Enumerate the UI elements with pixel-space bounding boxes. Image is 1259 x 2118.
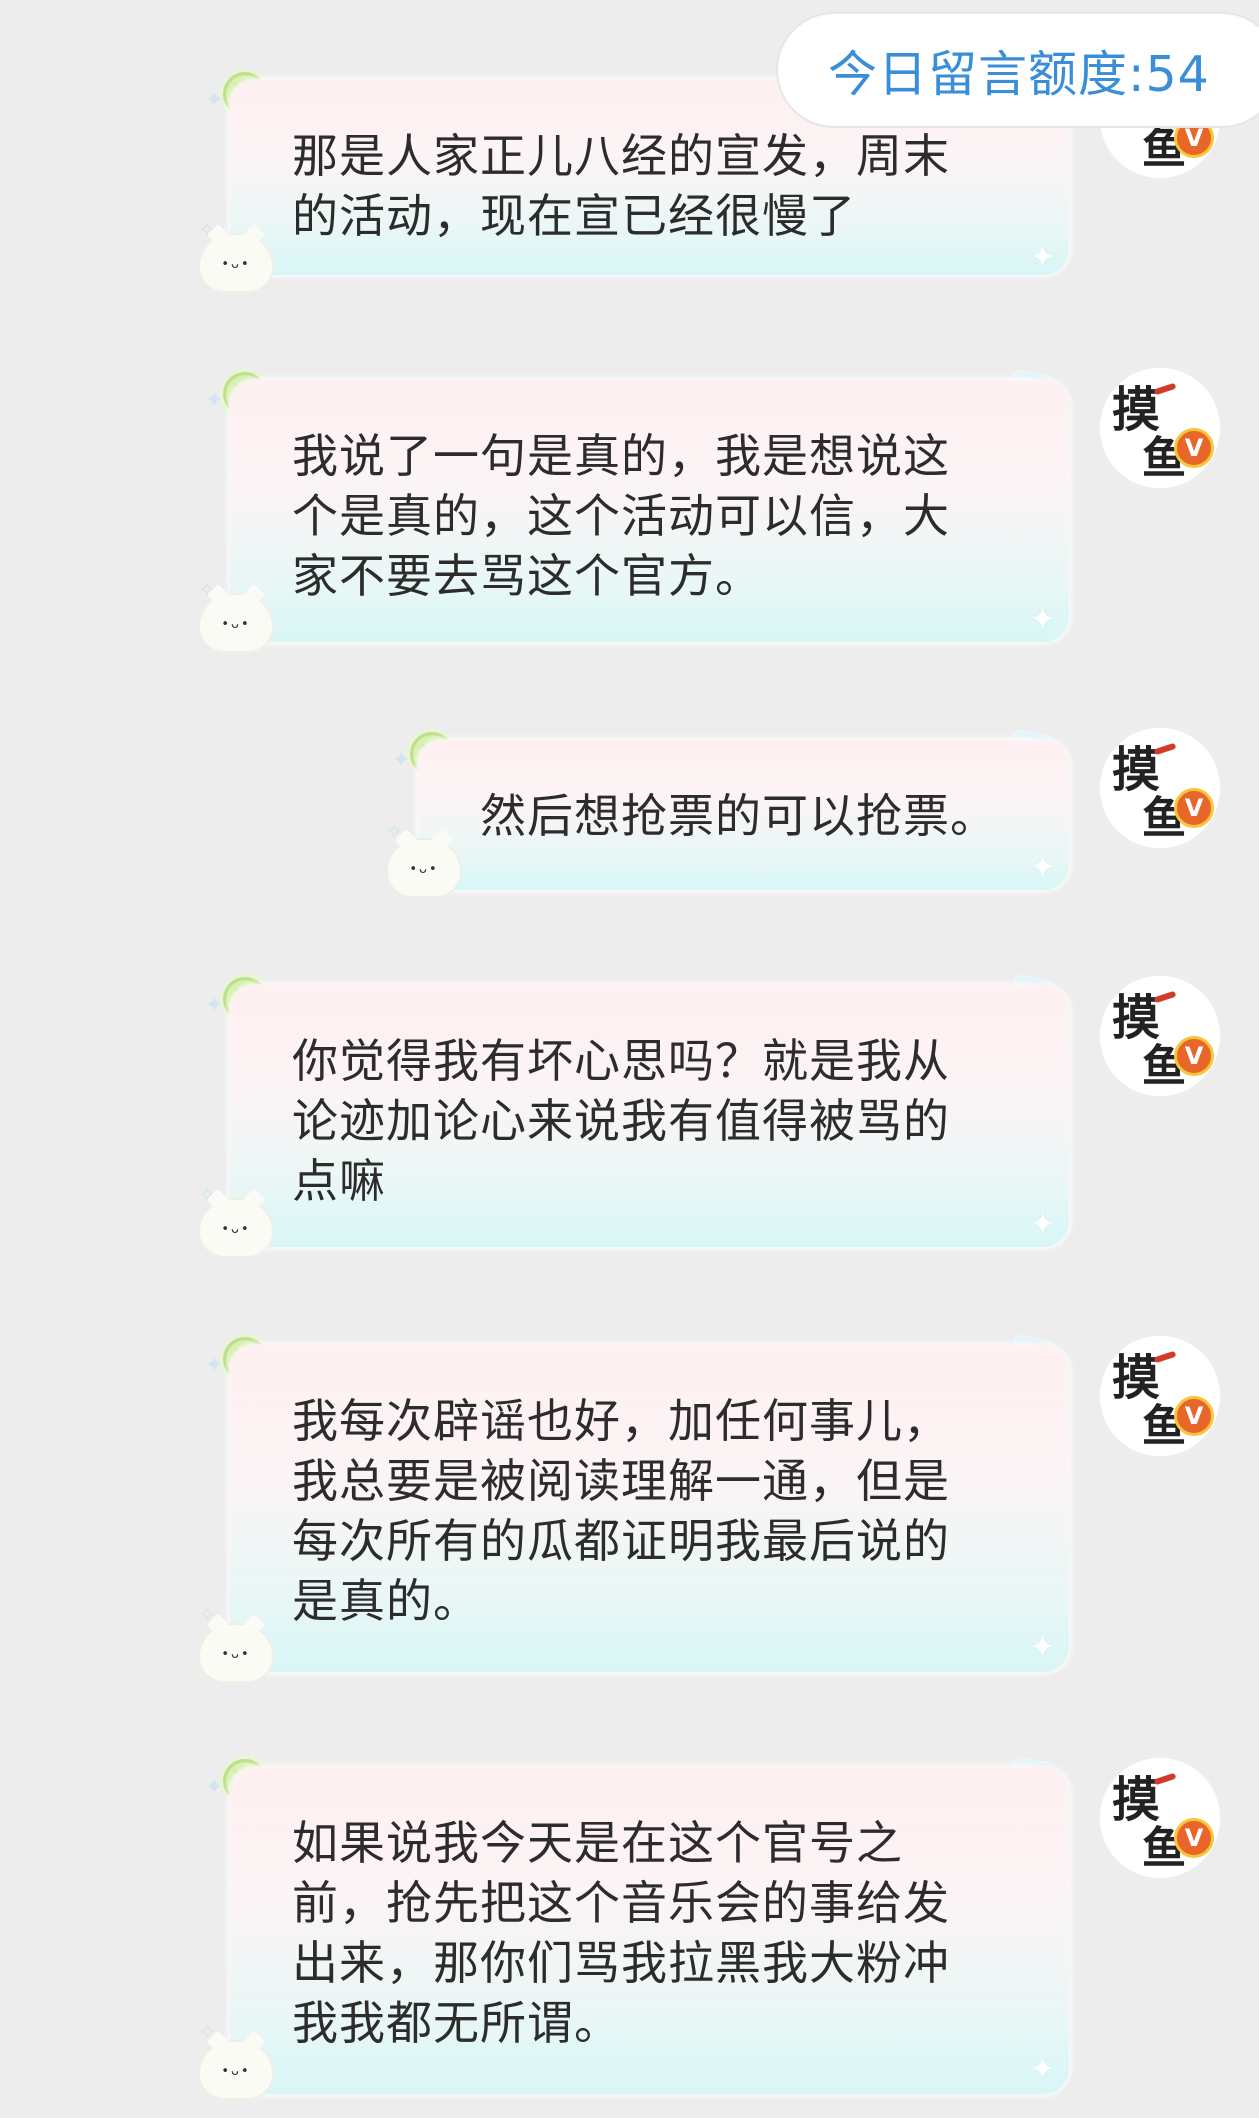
star-sparkle-icon: ✦ xyxy=(1030,602,1056,637)
verified-badge-icon: V xyxy=(1174,428,1214,468)
daily-quota-label: 今日留言额度:54 xyxy=(828,45,1210,103)
message-bubble[interactable]: 然后想抢票的可以抢票。 xyxy=(418,740,1069,890)
sparkle-icon: ✦ xyxy=(205,1775,224,1800)
cat-sticker-icon: •ᴗ• xyxy=(200,235,272,291)
star-sparkle-icon: ✦ xyxy=(1030,2052,1056,2087)
verified-badge-icon: V xyxy=(1174,788,1214,828)
message-text: 那是人家正儿八经的宣发，周末 的活动，现在宣已经很慢了 xyxy=(292,129,950,243)
sparkle-icon: ✦ xyxy=(392,748,411,773)
message-bubble[interactable]: 我说了一句是真的，我是想说这 个是真的，这个活动可以信，大 家不要去骂这个官方。 xyxy=(230,380,1069,642)
star-sparkle-icon: ✦ xyxy=(1030,240,1056,275)
message-text: 我说了一句是真的，我是想说这 个是真的，这个活动可以信，大 家不要去骂这个官方。 xyxy=(292,429,950,603)
sender-avatar[interactable]: 摸 鱼 V xyxy=(1100,368,1220,488)
sparkle-icon: ✦ xyxy=(205,388,224,413)
sender-avatar[interactable]: 摸 鱼 V xyxy=(1100,728,1220,848)
daily-quota-badge: 今日留言额度:54 xyxy=(778,14,1259,126)
cat-sticker-icon: •ᴗ• xyxy=(200,595,272,651)
cat-sticker-icon: •ᴗ• xyxy=(200,1625,272,1681)
verified-badge-icon: V xyxy=(1174,1818,1214,1858)
cat-sticker-icon: •ᴗ• xyxy=(200,1200,272,1256)
sender-avatar[interactable]: 摸 鱼 V xyxy=(1100,1758,1220,1878)
message-3: ✦ 你觉得我有坏心思吗？就是我从 论迹加论心来说我有值得被骂的 点嘛 ✧ •ᴗ•… xyxy=(0,975,1259,1265)
sender-avatar[interactable]: 摸 鱼 V xyxy=(1100,1336,1220,1456)
message-text: 你觉得我有坏心思吗？就是我从 论迹加论心来说我有值得被骂的 点嘛 xyxy=(292,1034,950,1208)
star-sparkle-icon: ✦ xyxy=(1030,850,1056,885)
message-text: 如果说我今天是在这个官号之 前，抢先把这个音乐会的事给发 出来，那你们骂我拉黑我… xyxy=(292,1816,950,2050)
message-bubble[interactable]: 你觉得我有坏心思吗？就是我从 论迹加论心来说我有值得被骂的 点嘛 xyxy=(230,985,1069,1247)
message-1: ✦ 我说了一句是真的，我是想说这 个是真的，这个活动可以信，大 家不要去骂这个官… xyxy=(0,370,1259,660)
cat-sticker-icon: •ᴗ• xyxy=(388,840,460,896)
verified-badge-icon: V xyxy=(1174,1396,1214,1436)
message-bubble[interactable]: 如果说我今天是在这个官号之 前，抢先把这个音乐会的事给发 出来，那你们骂我拉黑我… xyxy=(230,1767,1069,2094)
message-text: 我每次辟谣也好，加任何事儿， 我总要是被阅读理解一通，但是 每次所有的瓜都证明我… xyxy=(292,1394,950,1628)
sparkle-icon: ✦ xyxy=(205,993,224,1018)
sparkle-icon: ✦ xyxy=(205,1353,224,1378)
message-5: ✦ 如果说我今天是在这个官号之 前，抢先把这个音乐会的事给发 出来，那你们骂我拉… xyxy=(0,1757,1259,2118)
verified-badge-icon: V xyxy=(1174,1036,1214,1076)
message-2: ✦ 然后想抢票的可以抢票。 ✧ •ᴗ• ✦ xyxy=(0,730,1259,910)
cat-sticker-icon: •ᴗ• xyxy=(200,2042,272,2098)
star-sparkle-icon: ✦ xyxy=(1030,1630,1056,1665)
message-bubble[interactable]: 我每次辟谣也好，加任何事儿， 我总要是被阅读理解一通，但是 每次所有的瓜都证明我… xyxy=(230,1345,1069,1672)
message-4: ✦ 我每次辟谣也好，加任何事儿， 我总要是被阅读理解一通，但是 每次所有的瓜都证… xyxy=(0,1335,1259,1695)
star-sparkle-icon: ✦ xyxy=(1030,1207,1056,1242)
sparkle-icon: ✦ xyxy=(205,88,224,113)
message-text: 然后想抢票的可以抢票。 xyxy=(480,789,997,843)
sender-avatar[interactable]: 摸 鱼 V xyxy=(1100,976,1220,1096)
